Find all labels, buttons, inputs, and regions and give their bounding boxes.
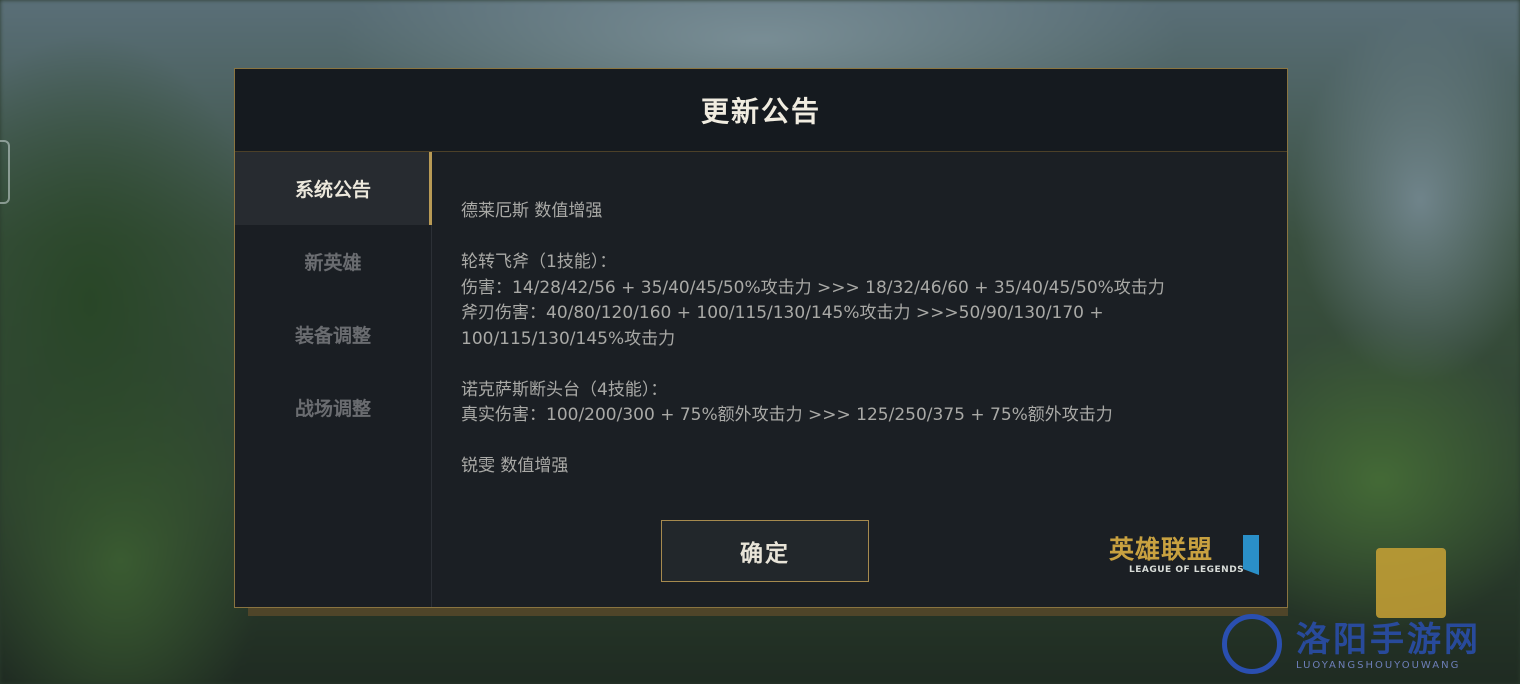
tab-label: 系统公告: [294, 179, 371, 201]
content-line: 轮转飞斧（1技能）：: [461, 252, 617, 272]
background-yellow-block: [1376, 548, 1446, 618]
content-line: 德莱厄斯 数值增强: [461, 201, 603, 221]
logo-mobile-tag-icon: [1243, 535, 1259, 575]
announcement-sidebar: 系统公告 新英雄 装备调整 战场调整: [235, 152, 432, 607]
logo-cn-text: 英雄联盟: [1109, 535, 1214, 564]
tab-equipment-adjust[interactable]: 装备调整: [235, 298, 431, 371]
dialog-title: 更新公告: [700, 95, 821, 128]
tab-system-announcement[interactable]: 系统公告: [235, 152, 432, 225]
logo-en-text: LEAGUE OF LEGENDS: [1129, 565, 1245, 575]
content-line: 锐雯 数值增强: [461, 456, 569, 476]
dialog-header: 更新公告: [235, 69, 1287, 152]
confirm-button[interactable]: 确定: [661, 520, 869, 582]
background-side-handle: [0, 140, 10, 204]
announcement-content: 德莱厄斯 数值增强 轮转飞斧（1技能）： 伤害：14/28/42/56 + 35…: [461, 199, 1261, 480]
content-line: 斧刃伤害：40/80/120/160 + 100/115/130/145%攻击力…: [461, 303, 1104, 349]
tab-label: 装备调整: [294, 325, 371, 347]
watermark-text: 洛阳手游网: [1296, 620, 1481, 660]
content-line: 诺克萨斯断头台（4技能）：: [461, 379, 668, 400]
confirm-button-label: 确定: [740, 541, 790, 567]
watermark-subtext: LUOYANGSHOUYOUWANG: [1296, 660, 1461, 671]
league-of-legends-logo: 英雄联盟 LEAGUE OF LEGENDS: [1109, 535, 1259, 581]
content-line: 真实伤害：100/200/300 + 75%额外攻击力 >>> 125/250/…: [461, 405, 1113, 425]
tab-label: 战场调整: [294, 398, 371, 420]
tab-battlefield-adjust[interactable]: 战场调整: [235, 371, 431, 444]
tab-label: 新英雄: [304, 252, 362, 274]
tab-new-hero[interactable]: 新英雄: [235, 225, 431, 298]
watermark-logo-icon: [1222, 614, 1282, 674]
site-watermark: 洛阳手游网 LUOYANGSHOUYOUWANG: [1222, 610, 1512, 680]
content-line: 伤害：14/28/42/56 + 35/40/45/50%攻击力 >>> 18/…: [461, 277, 1165, 298]
update-announcement-dialog: 更新公告 系统公告 新英雄 装备调整 战场调整 德莱厄斯 数值增强 轮转飞斧（1…: [234, 68, 1288, 608]
